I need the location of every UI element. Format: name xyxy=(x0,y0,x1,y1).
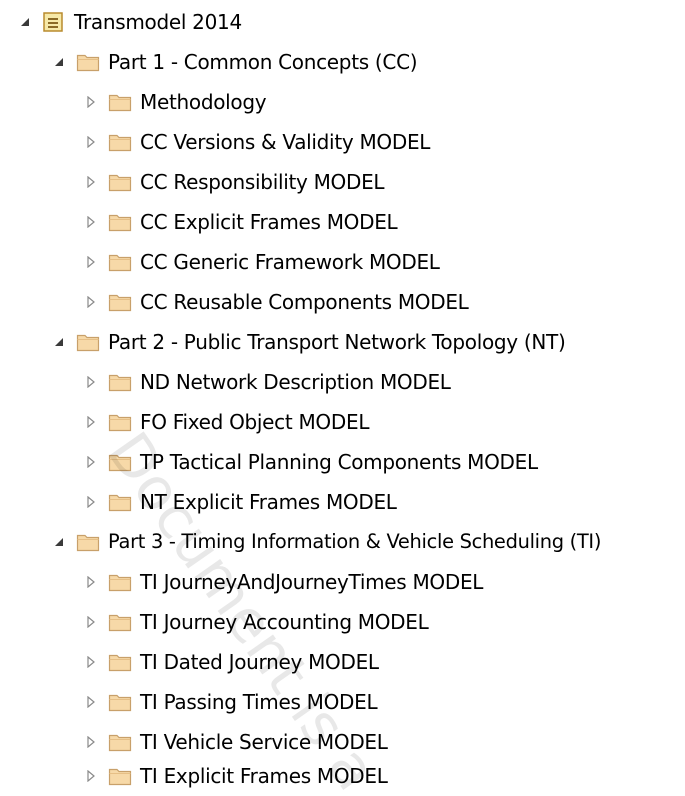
collapsed-arrow-icon[interactable] xyxy=(84,295,98,309)
tree-node-label: Methodology xyxy=(140,90,267,114)
folder-icon xyxy=(76,331,100,353)
tree-node-label: ND Network Description MODEL xyxy=(140,370,451,394)
expanded-arrow-icon[interactable] xyxy=(52,55,66,69)
tree-node-label: CC Reusable Components MODEL xyxy=(140,290,469,314)
folder-icon xyxy=(108,451,132,473)
folder-icon xyxy=(108,291,132,313)
tree-node-label: TI Explicit Frames MODEL xyxy=(140,764,388,788)
folder-icon xyxy=(108,371,132,393)
collapsed-arrow-icon[interactable] xyxy=(84,735,98,749)
tree-node-ti-dated-journey[interactable]: TI Dated Journey MODEL xyxy=(84,642,379,682)
collapsed-arrow-icon[interactable] xyxy=(84,375,98,389)
collapsed-arrow-icon[interactable] xyxy=(84,695,98,709)
collapsed-arrow-icon[interactable] xyxy=(84,615,98,629)
collapsed-arrow-icon[interactable] xyxy=(84,495,98,509)
collapsed-arrow-icon[interactable] xyxy=(84,655,98,669)
tree-node-fo-fixed-object[interactable]: FO Fixed Object MODEL xyxy=(84,402,369,442)
tree-node-ti-journey-and-journey-times[interactable]: TI JourneyAndJourneyTimes MODEL xyxy=(84,562,483,602)
tree-node-label: Part 2 - Public Transport Network Topolo… xyxy=(108,330,566,354)
folder-icon xyxy=(108,731,132,753)
collapsed-arrow-icon[interactable] xyxy=(84,455,98,469)
project-browser-tree: Transmodel 2014 Part 1 - Common Concepts… xyxy=(0,0,685,796)
expanded-arrow-icon[interactable] xyxy=(52,535,66,549)
tree-node-part-1[interactable]: Part 1 - Common Concepts (CC) xyxy=(52,42,418,82)
tree-node-root[interactable]: Transmodel 2014 xyxy=(18,2,242,42)
tree-node-label: CC Versions & Validity MODEL xyxy=(140,130,431,154)
tree-node-label: NT Explicit Frames MODEL xyxy=(140,490,397,514)
package-icon xyxy=(42,11,66,33)
collapsed-arrow-icon[interactable] xyxy=(84,135,98,149)
tree-node-cc-versions-validity[interactable]: CC Versions & Validity MODEL xyxy=(84,122,430,162)
folder-icon xyxy=(108,211,132,233)
collapsed-arrow-icon[interactable] xyxy=(84,215,98,229)
tree-node-label: CC Generic Framework MODEL xyxy=(140,250,440,274)
folder-icon xyxy=(108,411,132,433)
tree-node-label: Part 1 - Common Concepts (CC) xyxy=(108,50,418,74)
expanded-arrow-icon[interactable] xyxy=(18,15,32,29)
tree-node-label: TI Journey Accounting MODEL xyxy=(140,610,429,634)
collapsed-arrow-icon[interactable] xyxy=(84,255,98,269)
folder-icon xyxy=(108,691,132,713)
folder-icon xyxy=(108,91,132,113)
tree-node-label: Part 3 - Timing Information & Vehicle Sc… xyxy=(108,530,602,553)
folder-icon xyxy=(108,171,132,193)
tree-node-label: TI Passing Times MODEL xyxy=(140,690,378,714)
folder-icon xyxy=(108,611,132,633)
tree-node-nt-explicit-frames[interactable]: NT Explicit Frames MODEL xyxy=(84,482,397,522)
tree-node-methodology[interactable]: Methodology xyxy=(84,82,267,122)
tree-node-label: TI Dated Journey MODEL xyxy=(140,650,379,674)
expanded-arrow-icon[interactable] xyxy=(52,335,66,349)
collapsed-arrow-icon[interactable] xyxy=(84,769,98,783)
collapsed-arrow-icon[interactable] xyxy=(84,95,98,109)
tree-node-cc-explicit-frames[interactable]: CC Explicit Frames MODEL xyxy=(84,202,398,242)
tree-node-label: TI JourneyAndJourneyTimes MODEL xyxy=(140,570,484,594)
folder-icon xyxy=(108,571,132,593)
tree-node-ti-journey-accounting[interactable]: TI Journey Accounting MODEL xyxy=(84,602,429,642)
tree-node-cc-generic-framework[interactable]: CC Generic Framework MODEL xyxy=(84,242,440,282)
collapsed-arrow-icon[interactable] xyxy=(84,415,98,429)
folder-icon xyxy=(76,51,100,73)
collapsed-arrow-icon[interactable] xyxy=(84,175,98,189)
tree-node-label: TP Tactical Planning Components MODEL xyxy=(140,450,538,474)
tree-node-ti-passing-times[interactable]: TI Passing Times MODEL xyxy=(84,682,378,722)
folder-icon xyxy=(108,765,132,787)
tree-node-part-2[interactable]: Part 2 - Public Transport Network Topolo… xyxy=(52,322,566,362)
tree-node-cc-reusable-components[interactable]: CC Reusable Components MODEL xyxy=(84,282,469,322)
tree-node-label: CC Explicit Frames MODEL xyxy=(140,210,398,234)
folder-icon xyxy=(108,251,132,273)
tree-node-cc-responsibility[interactable]: CC Responsibility MODEL xyxy=(84,162,385,202)
collapsed-arrow-icon[interactable] xyxy=(84,575,98,589)
tree-node-ti-explicit-frames[interactable]: TI Explicit Frames MODEL xyxy=(84,756,388,796)
tree-node-tp-tactical-planning[interactable]: TP Tactical Planning Components MODEL xyxy=(84,442,538,482)
folder-icon xyxy=(76,531,100,553)
folder-icon xyxy=(108,131,132,153)
tree-node-nd-network-description[interactable]: ND Network Description MODEL xyxy=(84,362,451,402)
tree-node-label: FO Fixed Object MODEL xyxy=(140,410,370,434)
tree-node-label: CC Responsibility MODEL xyxy=(140,170,385,194)
folder-icon xyxy=(108,491,132,513)
tree-node-part-3[interactable]: Part 3 - Timing Information & Vehicle Sc… xyxy=(52,522,601,562)
folder-icon xyxy=(108,651,132,673)
tree-node-label: Transmodel 2014 xyxy=(74,10,242,34)
